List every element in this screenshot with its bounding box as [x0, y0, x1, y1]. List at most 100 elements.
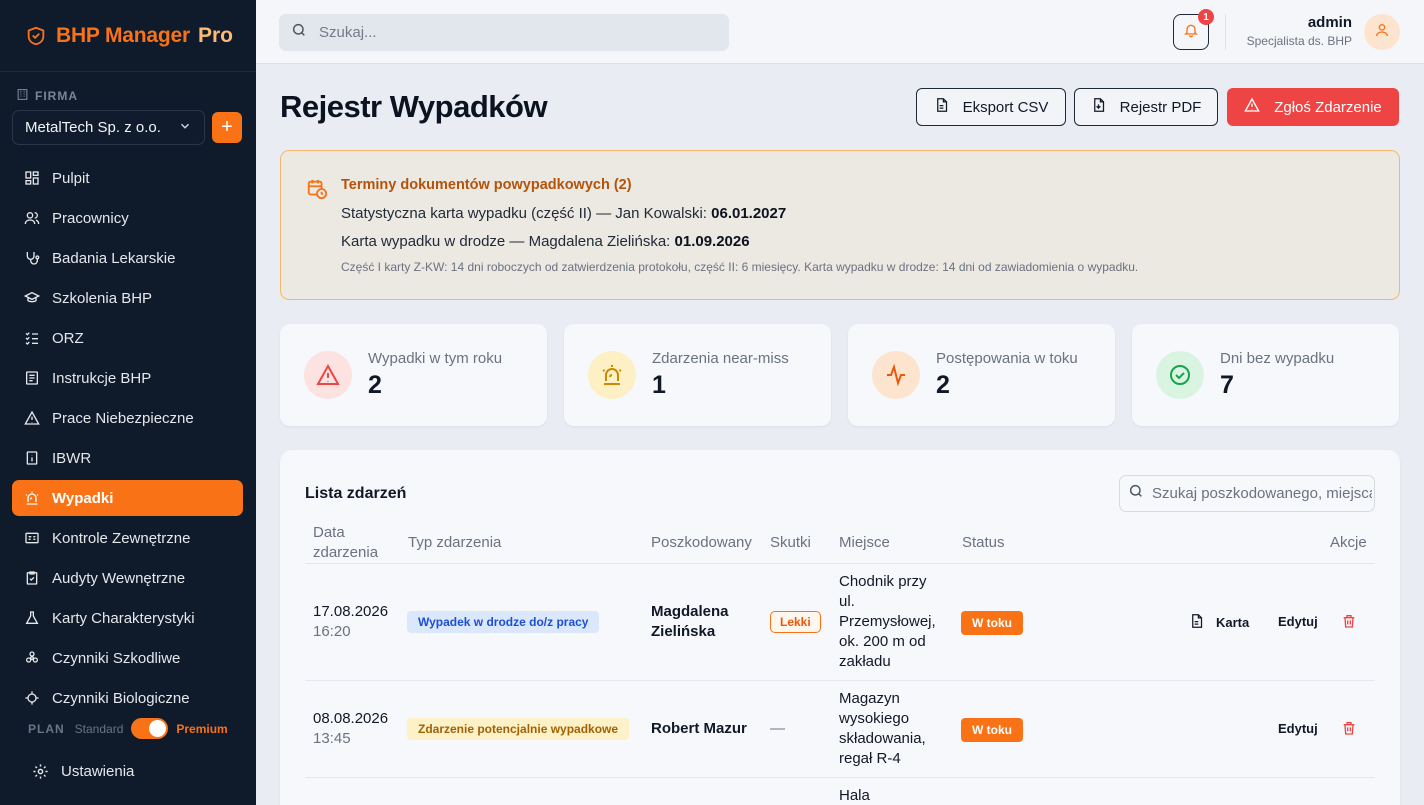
row-place-line: Chodnik przy — [839, 573, 927, 590]
card-button[interactable]: Karta — [1189, 613, 1249, 632]
check-circle-icon — [1156, 351, 1204, 399]
events-title: Lista zdarzeń — [305, 485, 407, 502]
sidebar-item-label: Karty Charakterystyki — [52, 609, 195, 627]
plan-premium[interactable]: Premium — [176, 722, 227, 736]
trash-icon — [1341, 720, 1357, 739]
row-place-line: składowania, — [839, 730, 926, 747]
stat-label: Dni bez wypadku — [1220, 350, 1335, 367]
warning-icon — [24, 410, 40, 426]
user-info[interactable]: admin Specjalista ds. BHP — [1247, 14, 1352, 48]
biohazard-icon — [24, 650, 40, 666]
sidebar-item-label: Pracownicy — [52, 209, 129, 227]
sidebar-item-czynniki-szkodliwe[interactable]: Czynniki Szkodliwe — [12, 640, 243, 676]
sidebar-item-szkolenia[interactable]: Szkolenia BHP — [12, 280, 243, 316]
stat-card-days-without: Dni bez wypadku 7 — [1132, 324, 1399, 426]
file-icon — [934, 97, 949, 117]
plan-label: PLAN — [28, 721, 65, 736]
registry-pdf-button[interactable]: Rejestr PDF — [1074, 88, 1218, 126]
event-type-badge: Wypadek w drodze do/z pracy — [407, 611, 600, 633]
user-icon — [1374, 22, 1390, 43]
divider — [305, 563, 1375, 564]
notifications-button[interactable]: 1 — [1173, 9, 1214, 50]
shield-icon — [24, 24, 48, 48]
row-place-line: ul. — [839, 593, 855, 610]
row-place-line: zakładu — [839, 653, 891, 670]
events-search-input[interactable] — [1152, 485, 1372, 502]
col-type[interactable]: Typ zdarzenia — [408, 533, 501, 553]
col-place[interactable]: Miejsce — [839, 533, 890, 553]
clipboard-icon — [24, 570, 40, 586]
sidebar-item-czynniki-biologiczne[interactable]: Czynniki Biologiczne — [12, 680, 243, 706]
col-date[interactable]: Data zdarzenia — [313, 523, 378, 563]
status-badge: W toku — [961, 718, 1023, 742]
trash-icon — [1341, 613, 1357, 632]
export-csv-label: Eksport CSV — [962, 98, 1049, 116]
gear-icon — [32, 763, 49, 780]
sidebar-item-label: Audyty Wewnętrzne — [52, 569, 186, 587]
dashboard-icon — [24, 170, 40, 186]
edit-button[interactable]: Edytuj — [1278, 614, 1318, 629]
plan-switcher: PLAN Standard Premium — [28, 718, 228, 739]
row-victim-first: Magdalena — [651, 603, 729, 620]
col-effects[interactable]: Skutki — [770, 533, 811, 553]
list-check-icon — [24, 330, 40, 346]
divider — [1225, 14, 1226, 50]
edit-button[interactable]: Edytuj — [1278, 721, 1318, 736]
alert-line-2: Karta wypadku w drodze — Magdalena Zieli… — [341, 233, 750, 250]
divider — [305, 777, 1375, 778]
global-search[interactable] — [279, 14, 729, 51]
brand[interactable]: BHP Manager Pro — [0, 0, 256, 72]
sidebar-item-label: IBWR — [52, 449, 92, 467]
page-title: Rejestr Wypadków — [280, 89, 548, 124]
user-role: Specjalista ds. BHP — [1246, 34, 1352, 48]
sidebar-item-label: Czynniki Szkodliwe — [52, 649, 181, 667]
row-place: Hala — [839, 787, 870, 804]
search-input[interactable] — [319, 24, 699, 41]
plan-standard[interactable]: Standard — [75, 722, 124, 736]
sidebar-item-instrukcje[interactable]: Instrukcje BHP — [12, 360, 243, 396]
sidebar-item-kontrole[interactable]: Kontrole Zewnętrzne — [12, 520, 243, 556]
delete-button[interactable] — [1341, 613, 1357, 632]
avatar[interactable] — [1364, 14, 1400, 50]
sidebar-item-badania[interactable]: Badania Lekarskie — [12, 240, 243, 276]
delete-button[interactable] — [1341, 720, 1357, 739]
warning-icon — [304, 351, 352, 399]
row-effects: — — [770, 720, 785, 737]
sidebar-item-audyty[interactable]: Audyty Wewnętrzne — [12, 560, 243, 596]
stat-card-accidents: Wypadki w tym roku 2 — [280, 324, 547, 426]
stethoscope-icon — [24, 250, 40, 266]
sidebar-item-label: Kontrole Zewnętrzne — [52, 529, 191, 547]
sidebar-item-ibwr[interactable]: IBWR — [12, 440, 243, 476]
sidebar-item-prace-niebezpieczne[interactable]: Prace Niebezpieczne — [12, 400, 243, 436]
row-date: 17.08.2026 — [313, 603, 389, 620]
sidebar-item-label: ORZ — [52, 329, 84, 347]
firma-label-text: FIRMA — [35, 89, 78, 103]
add-firma-button[interactable]: + — [212, 112, 242, 143]
stat-value: 2 — [368, 371, 382, 399]
events-card: Lista zdarzeń Data zdarzenia Typ zdarzen… — [280, 450, 1400, 805]
event-type-badge: Zdarzenie potencjalnie wypadkowe — [407, 718, 630, 740]
effects-badge: Lekki — [770, 611, 821, 633]
row-place-line: wysokiego — [839, 710, 910, 727]
search-icon — [1128, 483, 1144, 504]
export-csv-button[interactable]: Eksport CSV — [916, 88, 1066, 126]
deadlines-alert: Terminy dokumentów powypadkowych (2) Sta… — [280, 150, 1400, 300]
row-place-line: Przemysłowej, — [839, 613, 936, 630]
plan-toggle[interactable] — [131, 718, 169, 739]
firma-label: FIRMA — [16, 88, 78, 104]
report-incident-button[interactable]: Zgłoś Zdarzenie — [1227, 88, 1399, 126]
row-place-line: Magazyn — [839, 690, 900, 707]
row-victim-last: Zielińska — [651, 623, 716, 640]
col-status[interactable]: Status — [962, 533, 1005, 553]
sidebar-item-orz[interactable]: ORZ — [12, 320, 243, 356]
stat-value: 2 — [936, 371, 950, 399]
settings-link[interactable]: Ustawienia — [12, 754, 243, 788]
sidebar-item-label: Badania Lekarskie — [52, 249, 176, 267]
sidebar-item-karty[interactable]: Karty Charakterystyki — [12, 600, 243, 636]
col-victim[interactable]: Poszkodowany — [651, 533, 752, 553]
events-search[interactable] — [1119, 475, 1375, 512]
firma-select[interactable]: MetalTech Sp. z o.o. — [12, 110, 205, 145]
sidebar-item-pracownicy[interactable]: Pracownicy — [12, 200, 243, 236]
sidebar-item-pulpit[interactable]: Pulpit — [12, 160, 243, 196]
sidebar-item-wypadki[interactable]: Wypadki — [12, 480, 243, 516]
